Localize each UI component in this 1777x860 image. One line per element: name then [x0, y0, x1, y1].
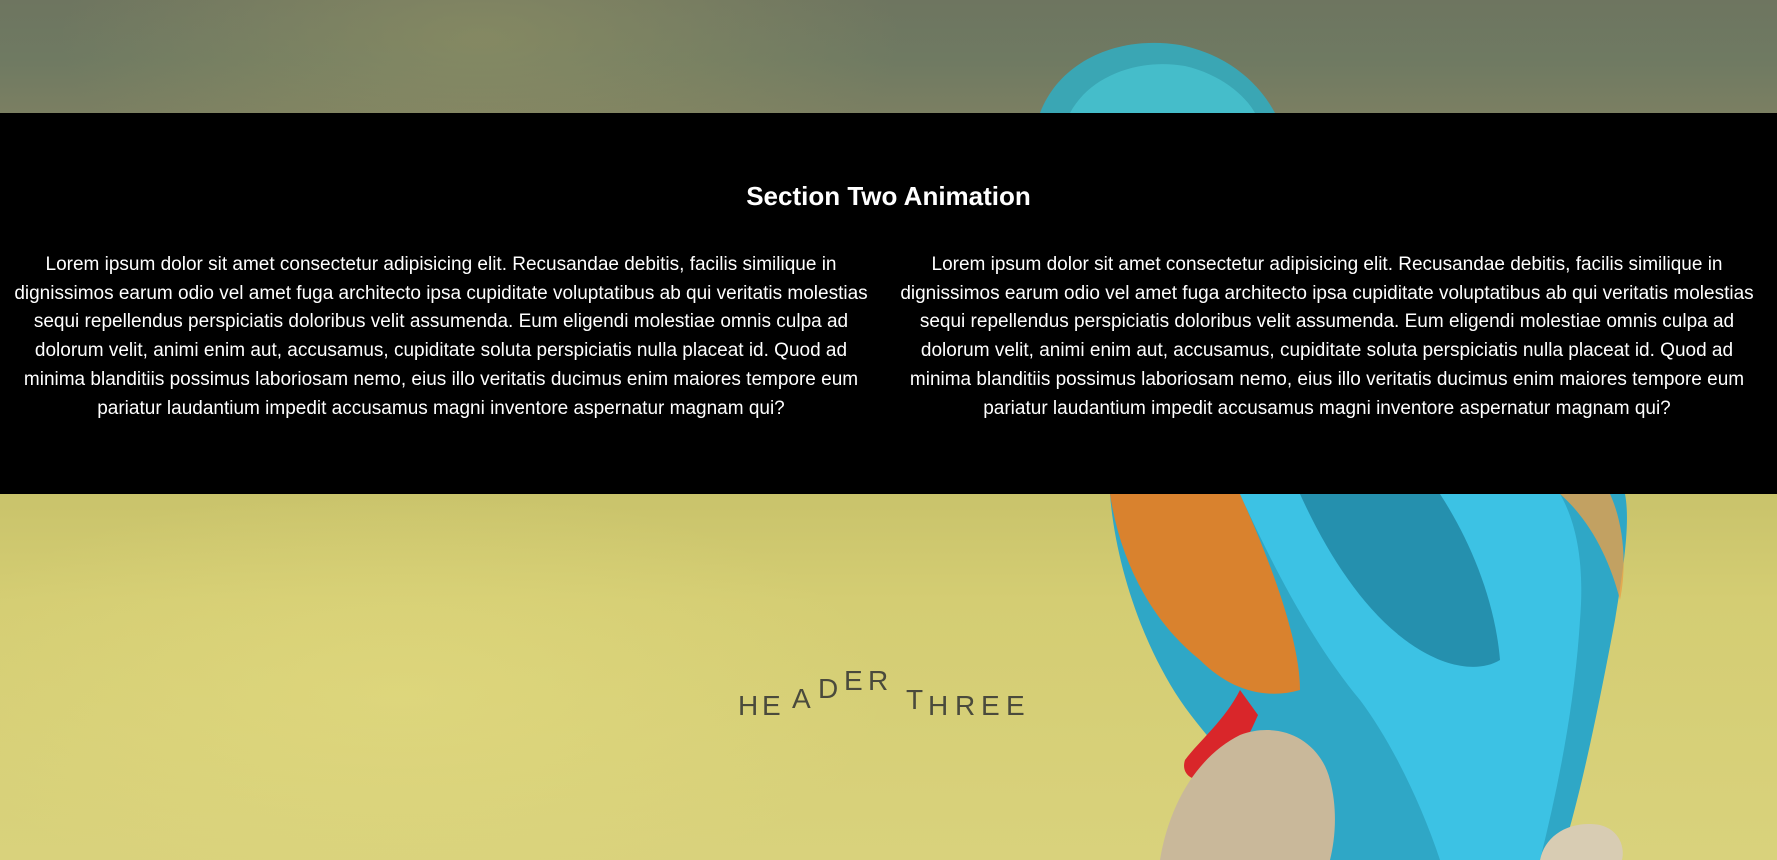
header-letter: H [928, 690, 949, 721]
header-letter: D [818, 673, 839, 704]
header-letter: A [792, 683, 811, 714]
header-letter: E [844, 665, 863, 696]
header-letter: R [868, 665, 889, 696]
paragraph-left: Lorem ipsum dolor sit amet consectetur a… [14, 254, 868, 419]
section-title: Section Two Animation [746, 181, 1031, 211]
header-letter: R [955, 690, 976, 721]
header-three: H E A D E R T H R E E [738, 665, 1058, 728]
header-letter: T [906, 684, 924, 715]
page: Section Two Animation Lorem ipsum dolor … [0, 0, 1777, 860]
header-letter: E [762, 690, 781, 721]
header-letter: E [981, 690, 1000, 721]
header-letter: H [738, 690, 759, 721]
header-letter: E [1006, 690, 1025, 721]
section-two: Section Two Animation Lorem ipsum dolor … [0, 113, 1777, 494]
paragraph-right: Lorem ipsum dolor sit amet consectetur a… [900, 254, 1754, 419]
